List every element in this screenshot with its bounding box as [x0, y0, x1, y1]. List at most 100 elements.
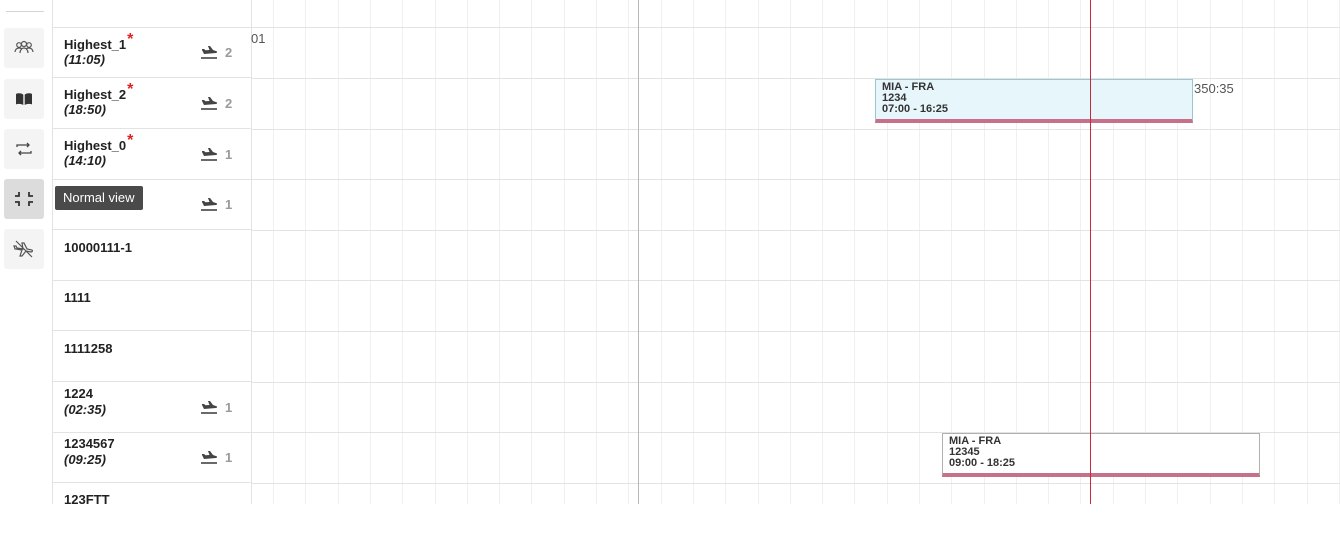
- row-divider: [251, 179, 1340, 180]
- hour-gridline: [822, 0, 823, 504]
- hour-gridline: [1145, 0, 1146, 504]
- row-divider: [251, 331, 1340, 332]
- resource-row[interactable]: 1111: [53, 280, 251, 331]
- flight-route: MIA - FRA: [882, 81, 935, 93]
- hour-gridline: [402, 0, 403, 504]
- crew-view-button[interactable]: [4, 28, 44, 68]
- flight-block[interactable]: MIA - FRA 1234 07:00 - 16:25: [875, 79, 1193, 123]
- hour-gridline: [984, 0, 985, 504]
- compress-icon: [15, 192, 33, 206]
- current-time-line: [1090, 0, 1091, 504]
- hour-gridline: [467, 0, 468, 504]
- required-mark: *: [127, 132, 134, 149]
- resource-row[interactable]: 1234567 (09:25) 1: [53, 432, 251, 483]
- flight-count: 1: [199, 399, 232, 415]
- resource-name: 1111258: [64, 341, 113, 356]
- hide-flights-button[interactable]: [4, 229, 44, 269]
- resource-row[interactable]: Highest_0* (14:10) 1: [53, 129, 251, 180]
- hour-gridline: [790, 0, 791, 504]
- hour-gridline: [1016, 0, 1017, 504]
- row-divider: [251, 280, 1340, 281]
- hour-gridline: [305, 0, 306, 504]
- takeoff-icon: [201, 148, 218, 161]
- hour-gridline: [887, 0, 888, 504]
- book-view-button[interactable]: [4, 79, 44, 119]
- resource-row[interactable]: 1111258: [53, 331, 251, 382]
- hour-gridline: [596, 0, 597, 504]
- timeline-grid[interactable]: 01 350:35 MIA - FRA 1234 07:00 - 16:25 M…: [251, 0, 1340, 504]
- hour-gridline: [758, 0, 759, 504]
- flight-count: 1: [199, 449, 232, 465]
- takeoff-icon: [201, 97, 218, 110]
- resource-header: [53, 0, 251, 28]
- row-divider: [251, 483, 1340, 484]
- resource-name: Highest_2: [64, 87, 127, 102]
- resource-row[interactable]: Highest_2* (18:50) 2: [53, 78, 251, 129]
- flight-time: 07:00 - 16:25: [882, 103, 949, 115]
- flight-count: 2: [199, 95, 232, 111]
- hour-gridline: [1242, 0, 1243, 504]
- row-divider: [251, 382, 1340, 383]
- row-divider: [251, 129, 1340, 130]
- normal-view-button[interactable]: [4, 179, 44, 219]
- takeoff-icon: [201, 401, 218, 414]
- hour-gridline: [725, 0, 726, 504]
- required-mark: *: [127, 31, 134, 48]
- hour-gridline: [693, 0, 694, 504]
- resource-name: 1224: [64, 386, 93, 401]
- flight-count: 1: [199, 196, 232, 212]
- resource-row[interactable]: Highest_1* (11:05) 2: [53, 27, 251, 78]
- book-icon: [16, 93, 32, 105]
- resource-name: Highest_1: [64, 37, 127, 52]
- hour-gridline: [661, 0, 662, 504]
- hour-gridline: [1177, 0, 1178, 504]
- normal-view-tooltip: Normal view: [55, 186, 143, 210]
- takeoff-icon: [201, 198, 218, 211]
- left-toolbar: Normal view: [0, 0, 143, 504]
- resource-name: 1234567: [64, 436, 115, 451]
- flight-count: 1: [199, 146, 232, 162]
- resource-name: 123FTT: [64, 492, 110, 507]
- resource-list: Highest_1* (11:05) 2 Highest_2* (18:50) …: [52, 0, 252, 507]
- rotation-icon: [16, 142, 32, 156]
- resource-row[interactable]: 123FTT: [53, 483, 251, 533]
- partial-label: 01: [251, 31, 266, 46]
- rotation-button[interactable]: [4, 129, 44, 169]
- resource-duration: (18:50): [64, 102, 106, 117]
- users-icon: [14, 40, 34, 54]
- flight-route: MIA - FRA: [949, 435, 1002, 447]
- resource-duration: (11:05): [64, 52, 105, 67]
- day-boundary-line: [638, 0, 639, 504]
- resource-duration: (14:10): [64, 153, 106, 168]
- flight-block[interactable]: MIA - FRA 12345 09:00 - 18:25: [942, 433, 1260, 477]
- hour-gridline: [273, 0, 274, 504]
- hour-gridline: [919, 0, 920, 504]
- hour-gridline: [1080, 0, 1081, 504]
- takeoff-icon: [201, 46, 218, 59]
- hour-gridline: [951, 0, 952, 504]
- hour-gridline: [499, 0, 500, 504]
- resource-duration: (09:25): [64, 452, 106, 467]
- hour-gridline: [1113, 0, 1114, 504]
- row-divider: [251, 230, 1340, 231]
- toolbar-divider: [6, 11, 44, 12]
- row-divider: [251, 27, 1340, 28]
- hour-gridline: [370, 0, 371, 504]
- resource-name: Highest_0: [64, 138, 127, 153]
- hour-gridline: [564, 0, 565, 504]
- resource-row[interactable]: 10000111-1: [53, 230, 251, 281]
- hour-gridline: [435, 0, 436, 504]
- hour-gridline: [854, 0, 855, 504]
- resource-duration: (02:35): [64, 402, 106, 417]
- hour-gridline: [531, 0, 532, 504]
- resource-name: 1111: [64, 290, 91, 305]
- required-mark: *: [127, 81, 134, 98]
- hour-gridline: [1307, 0, 1308, 504]
- resource-row[interactable]: 1224 (02:35) 1: [53, 382, 251, 433]
- takeoff-icon: [201, 451, 218, 464]
- resource-name: 10000111-1: [64, 240, 132, 255]
- hour-gridline: [628, 0, 629, 504]
- hour-gridline: [338, 0, 339, 504]
- hour-gridline: [1210, 0, 1211, 504]
- flight-time: 09:00 - 18:25: [949, 457, 1016, 469]
